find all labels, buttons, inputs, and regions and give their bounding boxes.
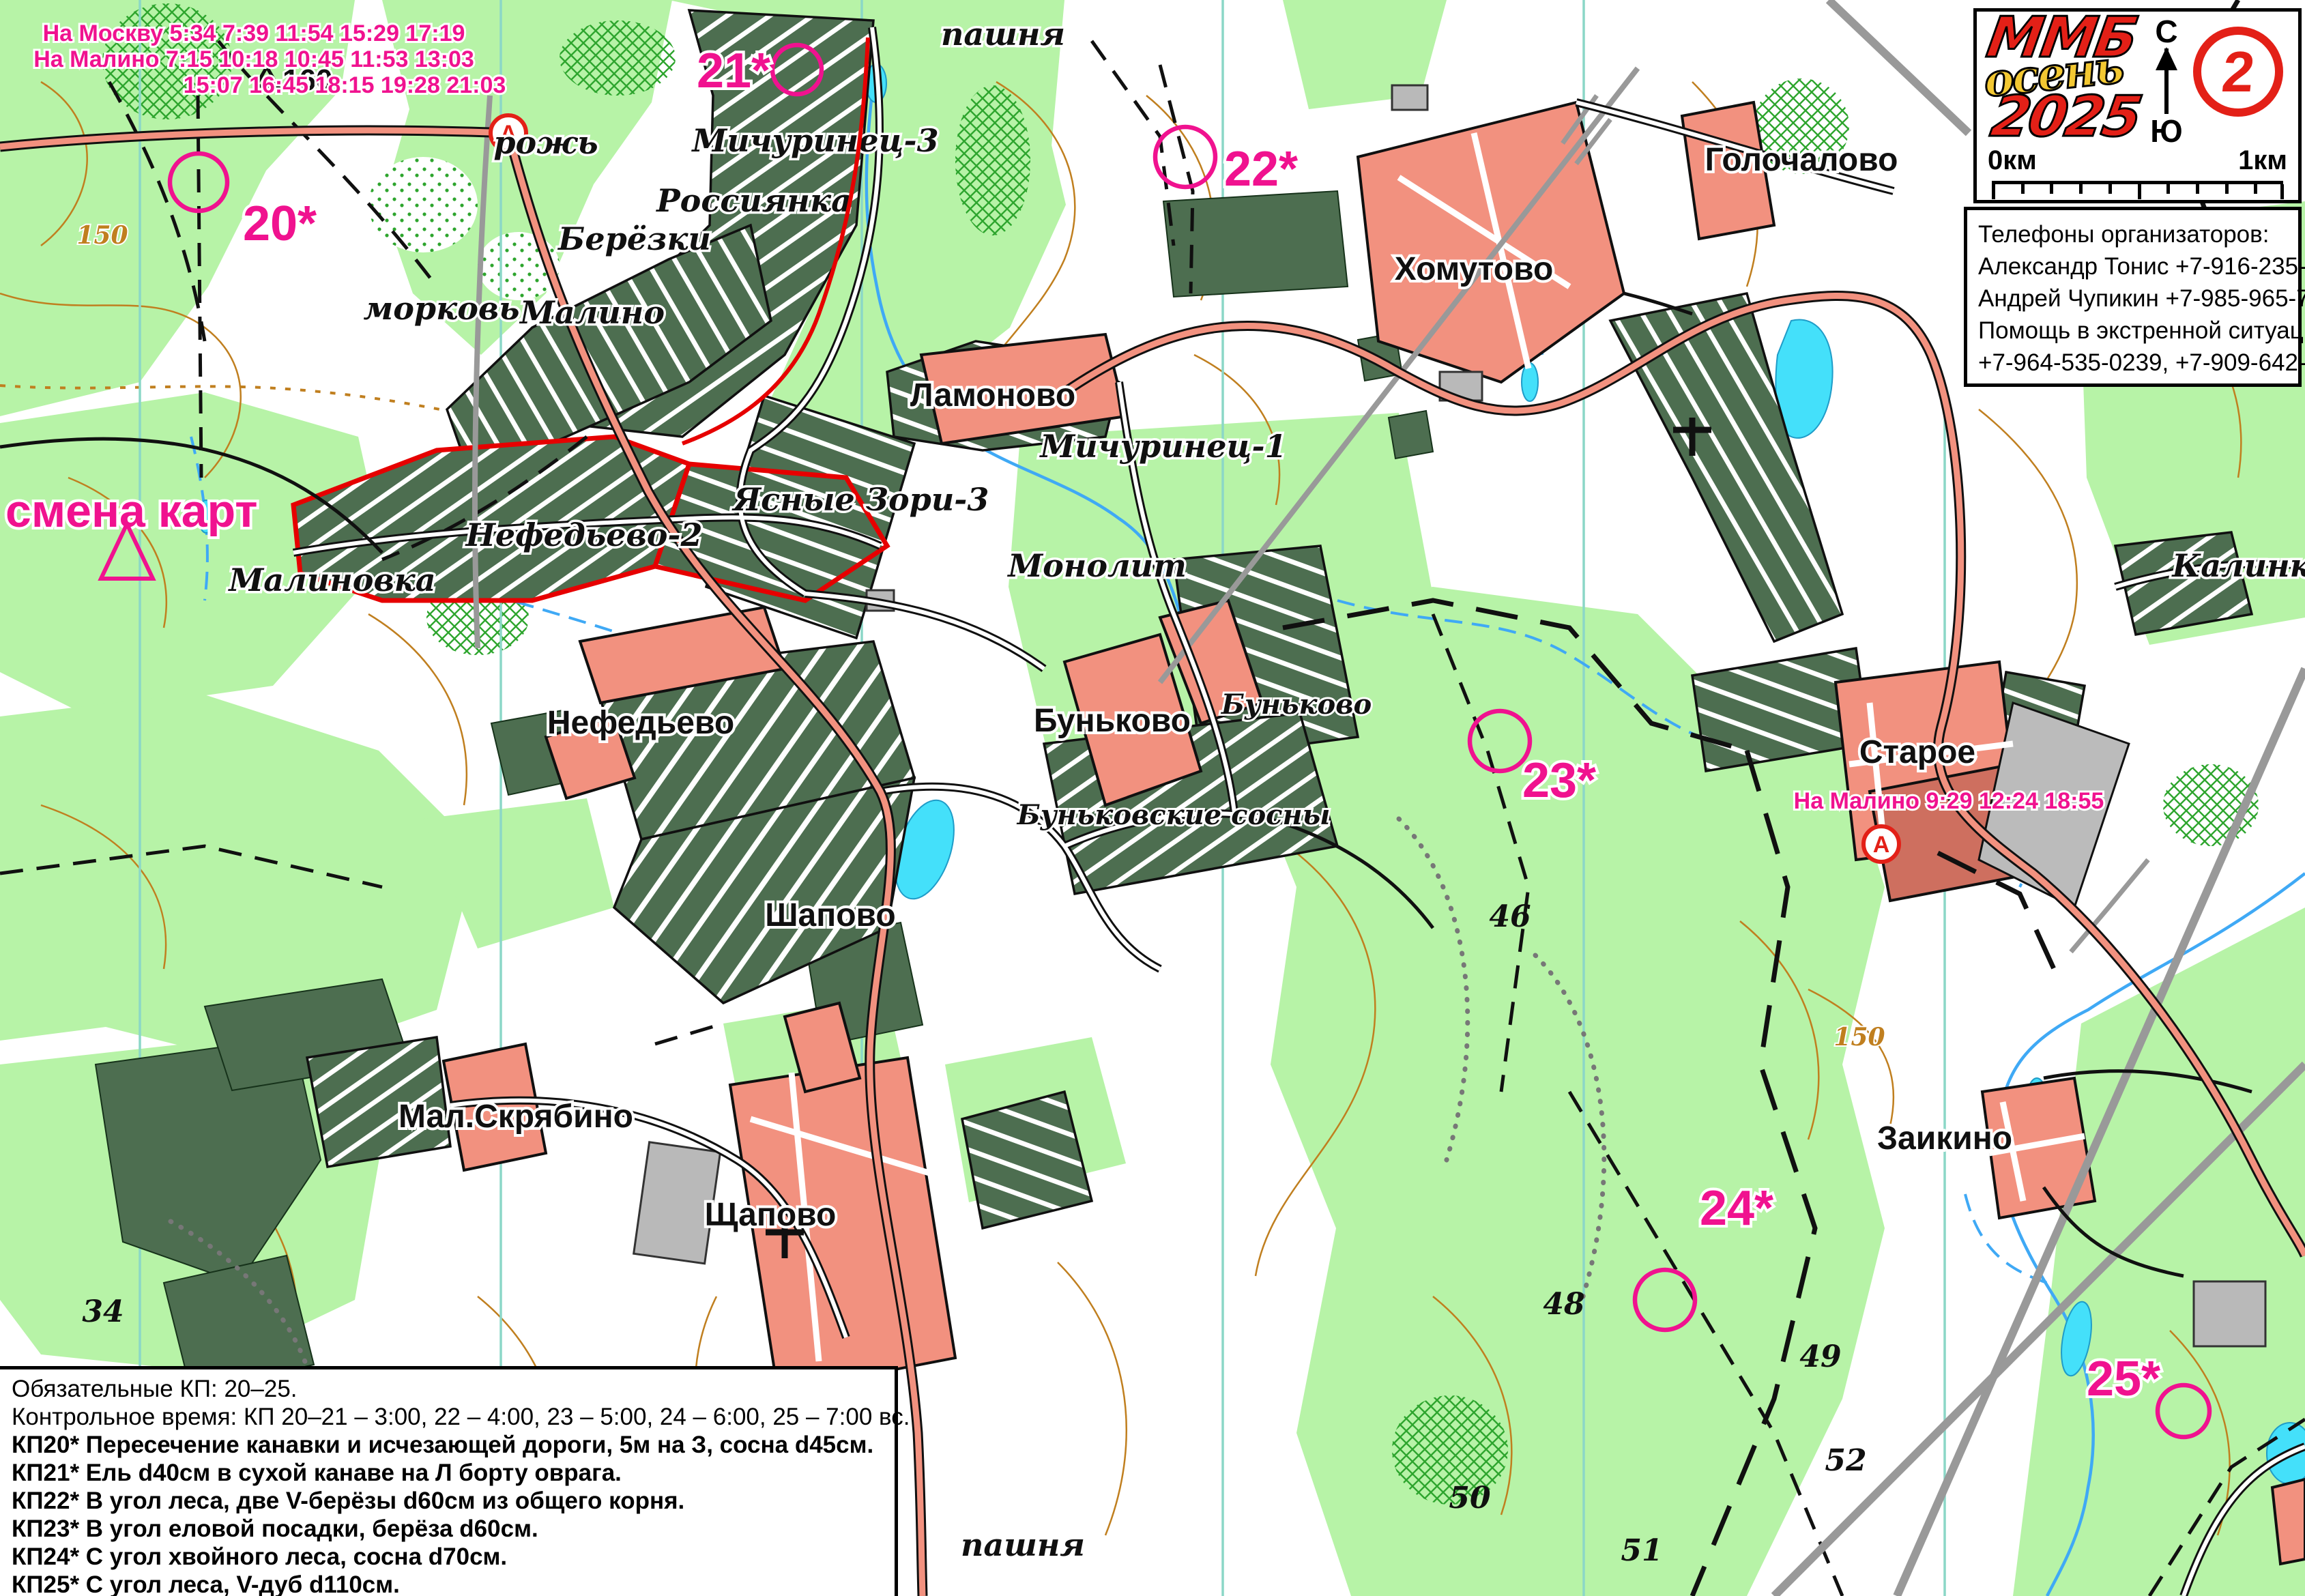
place-label-pashnya-top: пашня <box>941 16 1065 53</box>
place-label-rozh: рожь <box>493 124 598 161</box>
scale-start-label: 0км <box>1988 145 2037 176</box>
control-points-legend-panel: Обязательные КП: 20–25. Контрольное врем… <box>0 1366 898 1596</box>
place-label-staroe: Старое <box>1859 734 1975 770</box>
scale-end-label: 1км <box>2238 145 2287 176</box>
place-label-monolit: Монолит <box>1006 547 1187 584</box>
compass-north-label: С <box>2155 16 2177 47</box>
phones-emergency-title: Помощь в экстренной ситуации: <box>1978 315 2287 347</box>
place-label-bunkovo-snt: Буньково <box>1221 688 1372 721</box>
place-label-berezki: Берёзки <box>557 220 711 257</box>
legend-cp24: КП24* С угол хвойного леса, сосна d70см. <box>12 1543 882 1571</box>
bus-stop-letter: А <box>1873 832 1890 858</box>
quarter-number-49: 49 <box>1799 1339 1841 1374</box>
compass-south-label: Ю <box>2150 115 2182 147</box>
contour-label-150: 150 <box>76 221 128 250</box>
event-logo: ММБ осень 2025 <box>1986 13 2140 149</box>
compass-icon: С Ю <box>2147 16 2186 147</box>
quarter-number-46: 46 <box>1489 899 1531 934</box>
quarter-number-52: 52 <box>1825 1443 1866 1478</box>
place-label-pashnya-bot: пашня <box>961 1526 1085 1563</box>
cp24-label: 24* <box>1700 1181 1773 1236</box>
place-label-lamonovo: Ламоново <box>910 377 1075 413</box>
schedule-malino2: 15:07 16:45 18:15 19:28 21:03 <box>184 72 506 98</box>
schedule-malino1: На Малино 7:15 10:18 10:45 11:53 13:03 <box>33 46 474 72</box>
place-label-michurinec3: Мичуринец-3 <box>691 122 938 159</box>
compass-arrow-icon <box>2164 48 2169 114</box>
place-label-golochalovo: Голочалово <box>1705 142 1898 178</box>
phones-title: Телефоны организаторов: <box>1978 218 2287 250</box>
map-number-badge: 2 <box>2193 27 2283 117</box>
legend-cp25: КП25* С угол леса, V-дуб d110см. <box>12 1571 882 1596</box>
legend-cp22: КП22* В угол леса, две V-берёзы d60см из… <box>12 1487 882 1515</box>
topographic-map: А А рожь морковь пашня пашня Мичуринец-3… <box>0 0 2305 1596</box>
legend-cp20: КП20* Пересечение канавки и исчезающей д… <box>12 1431 882 1459</box>
place-label-zaikino: Заикино <box>1877 1120 2012 1157</box>
place-label-nefedevo: Нефедьево <box>547 705 734 741</box>
contour-label-150b: 150 <box>1833 1023 1885 1051</box>
bus-stop-icon: А <box>1864 826 1899 862</box>
legend-cp21: КП21* Ель d40см в сухой канаве на Л борт… <box>12 1459 882 1487</box>
place-label-malinovka: Малиновка <box>227 562 435 598</box>
legend-cp23: КП23* В угол еловой посадки, берёза d60с… <box>12 1515 882 1543</box>
schedule-moscow: На Москву 5:34 7:39 11:54 15:29 17:19 <box>43 20 465 46</box>
cp20-label: 20* <box>243 197 317 251</box>
place-label-khomutovo: Хомутово <box>1395 251 1554 287</box>
scale-bar-ruler <box>1992 181 2283 201</box>
place-label-shapovo: Шапово <box>765 897 895 933</box>
place-label-morkov: морковь <box>364 290 520 327</box>
cp22-label: 22* <box>1224 142 1298 197</box>
map-page: А А рожь морковь пашня пашня Мичуринец-3… <box>0 0 2305 1596</box>
schedule-staroe: На Малино 9:29 12:24 18:55 <box>1794 788 2104 814</box>
place-label-michurinec1: Мичуринец-1 <box>1039 428 1286 465</box>
legend-mandatory-line: Обязательные КП: 20–25. <box>12 1375 882 1403</box>
cp23-label: 23* <box>1522 753 1596 808</box>
scale-bar-labels: 0км 1км <box>1988 145 2287 176</box>
place-label-malino: Малино <box>519 294 665 331</box>
quarter-number-48: 48 <box>1543 1287 1584 1322</box>
place-label-schapovo: Щапово <box>705 1197 837 1233</box>
organizer-phones-panel: Телефоны организаторов: Александр Тонис … <box>1964 207 2302 387</box>
phones-emergency-numbers: +7-964-535-0239, +7-909-642-9978 <box>1978 347 2287 379</box>
logo-season: осень <box>1982 44 2124 104</box>
quarter-number-34: 34 <box>82 1294 124 1329</box>
event-info-panel: ММБ осень 2025 С Ю 2 0км 1км <box>1973 8 2302 203</box>
place-label-yasnye-zori: Ясные Зори-3 <box>731 481 989 518</box>
place-label-kalinka: Калинка <box>2171 547 2305 584</box>
place-label-bunkovskie-sosny: Буньковские сосны <box>1017 799 1331 831</box>
legend-time-limit-line: Контрольное время: КП 20–21 – 3:00, 22 –… <box>12 1403 882 1431</box>
place-label-nefedevo2: Нефедьево-2 <box>464 517 702 553</box>
phone-org2: Андрей Чупикин +7-985-965-7793 <box>1978 282 2287 315</box>
cp25-label: 25* <box>2087 1352 2160 1406</box>
place-label-mal-skryabino: Мал.Скрябино <box>398 1099 633 1135</box>
cp21-label: 21* <box>697 44 770 98</box>
quarter-number-51: 51 <box>1621 1533 1662 1568</box>
map-number: 2 <box>2219 39 2258 105</box>
place-label-rossiyanka: Россиянка <box>655 182 852 219</box>
quarter-number-50: 50 <box>1449 1481 1491 1515</box>
place-label-bunkovo: Буньково <box>1034 703 1191 739</box>
phone-org1: Александр Тонис +7-916-235-8457 <box>1978 250 2287 282</box>
